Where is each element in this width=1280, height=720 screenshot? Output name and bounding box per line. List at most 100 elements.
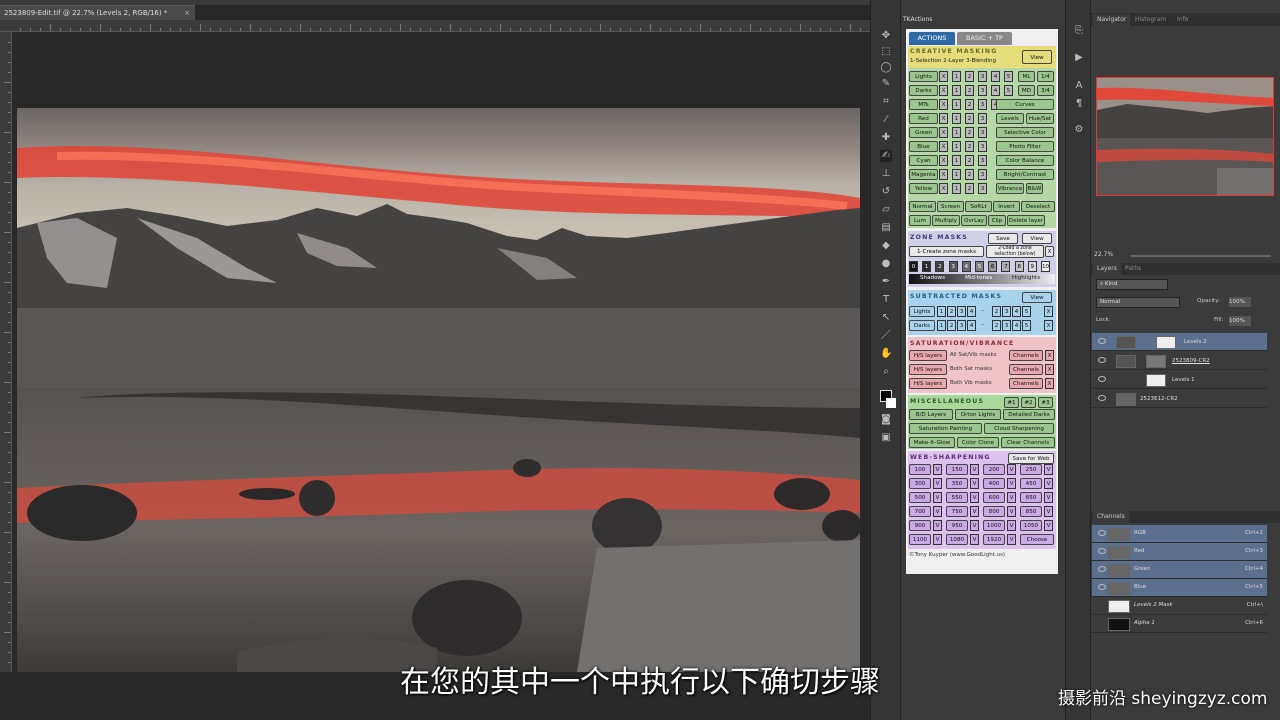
- web-v-button[interactable]: V: [970, 464, 979, 475]
- zone-0-button[interactable]: 0: [909, 261, 918, 272]
- blend-mode-button[interactable]: SoftLt: [965, 201, 992, 212]
- mask-step-button[interactable]: 1: [952, 99, 961, 110]
- misc-action-button[interactable]: B/D Layers: [909, 409, 953, 420]
- mask-clear-button[interactable]: X: [939, 71, 948, 82]
- adjust-button[interactable]: Bright/Contrast: [996, 169, 1054, 180]
- web-v-button[interactable]: V: [1007, 478, 1016, 489]
- web-size-button[interactable]: 500: [909, 492, 931, 503]
- adjust-button[interactable]: Curves: [996, 99, 1054, 110]
- subtract-step-button[interactable]: 3: [957, 306, 966, 317]
- web-size-button[interactable]: 350: [946, 478, 968, 489]
- mask-step-button[interactable]: 3: [978, 183, 987, 194]
- web-size-button[interactable]: 800: [983, 506, 1005, 517]
- web-v-button[interactable]: V: [933, 534, 942, 545]
- zone-5-button[interactable]: 5: [975, 261, 984, 272]
- web-v-button[interactable]: V: [1007, 506, 1016, 517]
- type-tool-icon[interactable]: T: [880, 294, 892, 306]
- mask-darks-button[interactable]: Darks: [909, 85, 938, 96]
- mask-step-button[interactable]: 3: [978, 71, 987, 82]
- opacity-field[interactable]: 100%: [1229, 297, 1251, 307]
- channels-button[interactable]: Channels: [1009, 378, 1043, 389]
- channel-row[interactable]: Blue Ctrl+5: [1092, 579, 1267, 597]
- adjust-button[interactable]: Levels: [996, 113, 1024, 124]
- zone-9-button[interactable]: 9: [1027, 261, 1037, 272]
- channel-row[interactable]: Levels 2 Mask Ctrl+\: [1092, 597, 1267, 615]
- subtracted-darks-button[interactable]: Darks: [909, 320, 935, 331]
- web-size-button[interactable]: 850: [1020, 506, 1042, 517]
- adjust-button[interactable]: Hue/Sat: [1026, 113, 1054, 124]
- zone-7-button[interactable]: 7: [1001, 261, 1011, 272]
- adjust-button[interactable]: B&W: [1026, 183, 1043, 194]
- web-size-button[interactable]: 1000: [983, 520, 1005, 531]
- adjust-button[interactable]: Photo Filter: [996, 141, 1054, 152]
- creative-view-button[interactable]: View: [1022, 50, 1052, 64]
- channels-button[interactable]: Channels: [1009, 350, 1043, 361]
- subtract-step-button[interactable]: 3: [1002, 306, 1011, 317]
- zone-clear-button[interactable]: X: [1045, 246, 1054, 257]
- path-select-tool-icon[interactable]: ↖: [880, 312, 892, 324]
- mask-cyan-button[interactable]: Cyan: [909, 155, 938, 166]
- mask-step-button[interactable]: 1: [952, 71, 961, 82]
- subtract-step-button[interactable]: 2: [947, 306, 956, 317]
- adjust-button[interactable]: MD: [1018, 85, 1035, 96]
- quick-mask-icon[interactable]: ◙: [880, 414, 892, 426]
- zone-1-button[interactable]: 1: [922, 261, 932, 272]
- save-for-web-button[interactable]: Save for Web: [1008, 453, 1054, 464]
- visibility-eye-icon[interactable]: [1098, 530, 1106, 536]
- mask-clear-button[interactable]: X: [939, 141, 948, 152]
- mask-red-button[interactable]: Red: [909, 113, 938, 124]
- blend-mode-button[interactable]: Normal: [909, 201, 936, 212]
- visibility-eye-icon[interactable]: [1098, 338, 1106, 344]
- subtract-step-button[interactable]: 5: [1022, 320, 1031, 331]
- healing-tool-icon[interactable]: ✚: [880, 132, 892, 144]
- mask-step-button[interactable]: 2: [965, 183, 974, 194]
- misc-action-button[interactable]: Cloud Sharpening: [984, 423, 1054, 434]
- visibility-eye-icon[interactable]: [1098, 395, 1106, 401]
- subtract-step-button[interactable]: 4: [1012, 306, 1021, 317]
- web-v-button[interactable]: V: [970, 492, 979, 503]
- layer-filter-select[interactable]: ⌕ Kind: [1096, 279, 1168, 290]
- channel-row[interactable]: Red Ctrl+3: [1092, 543, 1267, 561]
- web-size-button[interactable]: 700: [909, 506, 931, 517]
- zone-4-button[interactable]: 4: [961, 261, 971, 272]
- web-v-button[interactable]: V: [933, 506, 942, 517]
- misc-action-button[interactable]: Clear Channels: [1001, 437, 1055, 448]
- blend-mode-button[interactable]: OvrLay: [961, 215, 987, 226]
- document-canvas[interactable]: [17, 108, 860, 672]
- mask-clear-button[interactable]: X: [939, 127, 948, 138]
- dodge-tool-icon[interactable]: ●: [880, 258, 892, 270]
- mask-step-button[interactable]: 4: [991, 71, 1000, 82]
- web-v-button[interactable]: V: [970, 506, 979, 517]
- mask-step-button[interactable]: 2: [965, 169, 974, 180]
- tab-paths[interactable]: Paths: [1121, 263, 1145, 275]
- subtract-step-button[interactable]: 4: [967, 320, 976, 331]
- web-size-button[interactable]: 450: [1020, 478, 1042, 489]
- paragraph-panel-icon[interactable]: ¶: [1073, 98, 1085, 110]
- move-tool-icon[interactable]: ✥: [880, 30, 892, 42]
- adjust-button[interactable]: Selective Color: [996, 127, 1054, 138]
- web-size-button[interactable]: 950: [946, 520, 968, 531]
- tab-histogram[interactable]: Histogram: [1131, 14, 1170, 26]
- create-zone-masks-button[interactable]: 1-Create zone masks: [909, 246, 984, 257]
- subtract-step-button[interactable]: 2: [992, 320, 1001, 331]
- mask-step-button[interactable]: 1: [952, 169, 961, 180]
- mask-step-button[interactable]: 2: [965, 113, 974, 124]
- web-v-button[interactable]: V: [1007, 464, 1016, 475]
- subtract-step-button[interactable]: 1: [937, 320, 946, 331]
- brush-tool-icon[interactable]: ✍: [880, 150, 892, 162]
- web-size-button[interactable]: 1080: [946, 534, 968, 545]
- visibility-eye-icon[interactable]: [1098, 357, 1106, 363]
- web-v-button[interactable]: V: [970, 534, 979, 545]
- subtracted-view-button[interactable]: View: [1022, 292, 1052, 303]
- tab-navigator[interactable]: Navigator: [1093, 14, 1131, 26]
- web-size-button[interactable]: 400: [983, 478, 1005, 489]
- web-size-button[interactable]: 300: [909, 478, 931, 489]
- navigator-preview[interactable]: [1096, 77, 1274, 196]
- close-tab-icon[interactable]: ×: [184, 6, 190, 21]
- eyedropper-tool-icon[interactable]: ⁄: [880, 114, 892, 126]
- screen-mode-icon[interactable]: ▣: [880, 432, 892, 444]
- misc-preset-button[interactable]: #2: [1021, 397, 1036, 408]
- web-size-button[interactable]: 150: [946, 464, 968, 475]
- mask-step-button[interactable]: 1: [952, 155, 961, 166]
- web-size-button[interactable]: 250: [1020, 464, 1042, 475]
